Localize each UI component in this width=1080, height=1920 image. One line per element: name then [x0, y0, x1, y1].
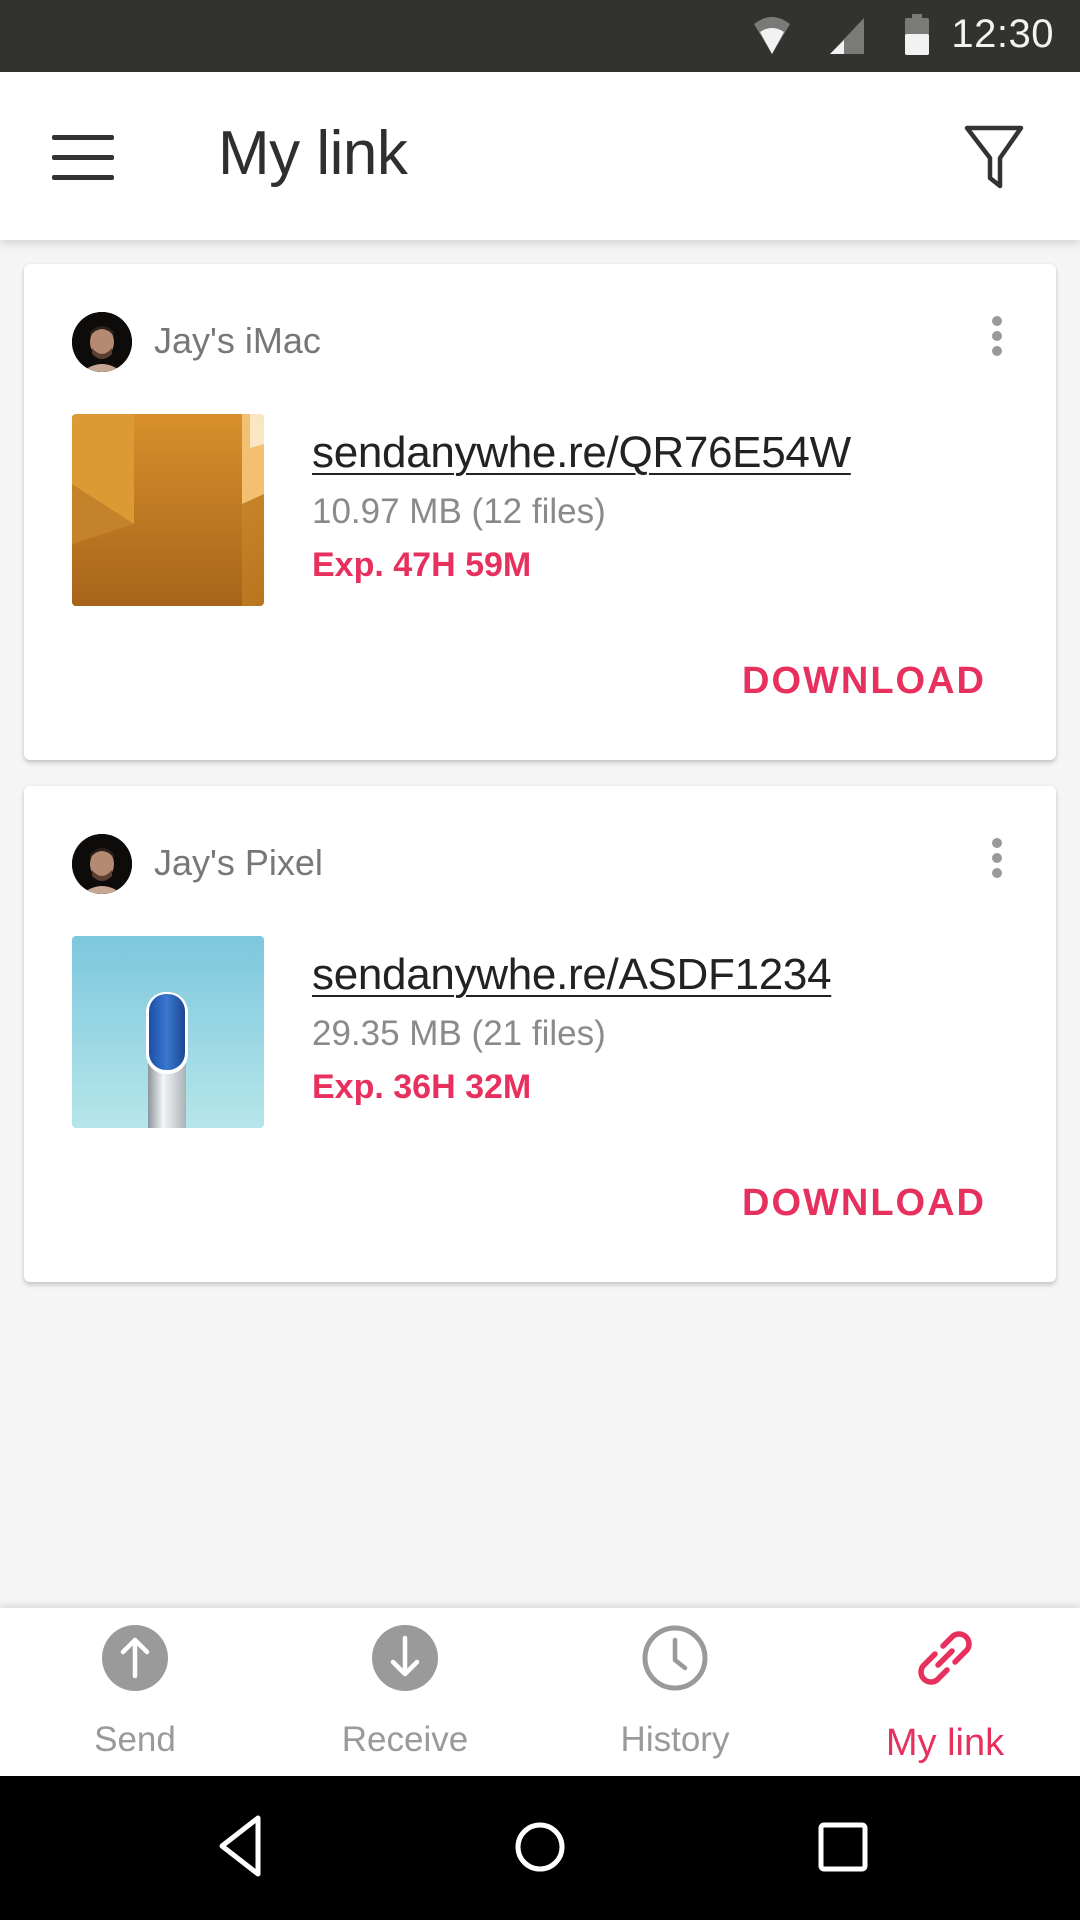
avatar	[72, 312, 132, 372]
more-vert-icon	[992, 838, 1002, 878]
nav-label: Receive	[341, 1720, 469, 1759]
download-arrow-icon	[372, 1625, 438, 1691]
link-card: Jay's Pixel sendanywhe.re/ASDF1234 29.35…	[24, 786, 1056, 1282]
blue-tower-photo	[72, 936, 264, 1128]
device-name: Jay's iMac	[154, 320, 321, 361]
cell-signal-icon	[830, 18, 864, 54]
page-title: My link	[218, 119, 408, 188]
menu-button[interactable]	[50, 132, 116, 182]
link-icon	[918, 1631, 972, 1685]
avatar	[72, 834, 132, 894]
wifi-icon	[754, 17, 790, 54]
avatar-photo	[72, 312, 132, 372]
clock-icon	[642, 1625, 708, 1691]
orange-architecture-photo	[72, 414, 264, 606]
download-button[interactable]: DOWNLOAD	[742, 1182, 986, 1225]
upload-arrow-icon	[102, 1625, 168, 1691]
hamburger-menu-icon	[52, 135, 114, 180]
home-button[interactable]	[505, 1812, 575, 1882]
nav-label: Send	[94, 1720, 176, 1759]
bottom-navigation: Send Receive History My link	[0, 1608, 1080, 1776]
system-navigation-bar	[0, 1776, 1080, 1920]
device-name: Jay's Pixel	[154, 842, 323, 883]
nav-item-my-link[interactable]: My link	[810, 1608, 1080, 1776]
back-button[interactable]	[208, 1812, 278, 1882]
link-card: Jay's iMac sendanywhe.re/QR76E54W 10.97 …	[24, 264, 1056, 760]
nav-item-receive[interactable]: Receive	[270, 1608, 540, 1776]
back-triangle-icon	[219, 1815, 261, 1877]
thumbnail-image[interactable]	[72, 414, 264, 606]
more-options-button[interactable]	[982, 834, 1012, 884]
status-time: 12:30	[951, 12, 1054, 56]
thumbnail-image[interactable]	[72, 936, 264, 1128]
share-link[interactable]: sendanywhe.re/ASDF1234	[312, 950, 832, 1000]
nav-label: My link	[885, 1722, 1005, 1764]
file-size-info: 29.35 MB (21 files)	[312, 1014, 606, 1053]
more-vert-icon	[992, 316, 1002, 356]
recents-square-icon	[818, 1822, 868, 1872]
expiry-time: Exp. 36H 32M	[312, 1068, 532, 1106]
filter-button[interactable]	[964, 124, 1024, 190]
file-size-info: 10.97 MB (12 files)	[312, 492, 606, 531]
expiry-time: Exp. 47H 59M	[312, 546, 532, 584]
app-bar: My link	[0, 72, 1080, 240]
recents-button[interactable]	[808, 1812, 878, 1882]
avatar-photo	[72, 834, 132, 894]
status-bar: 12:30	[0, 0, 1080, 72]
battery-icon	[905, 14, 929, 55]
nav-item-history[interactable]: History	[540, 1608, 810, 1776]
share-link[interactable]: sendanywhe.re/QR76E54W	[312, 428, 851, 478]
nav-label: History	[620, 1720, 730, 1759]
nav-item-send[interactable]: Send	[0, 1608, 270, 1776]
download-button[interactable]: DOWNLOAD	[742, 660, 986, 703]
filter-icon	[964, 125, 1024, 189]
more-options-button[interactable]	[982, 312, 1012, 362]
home-circle-icon	[515, 1822, 565, 1872]
